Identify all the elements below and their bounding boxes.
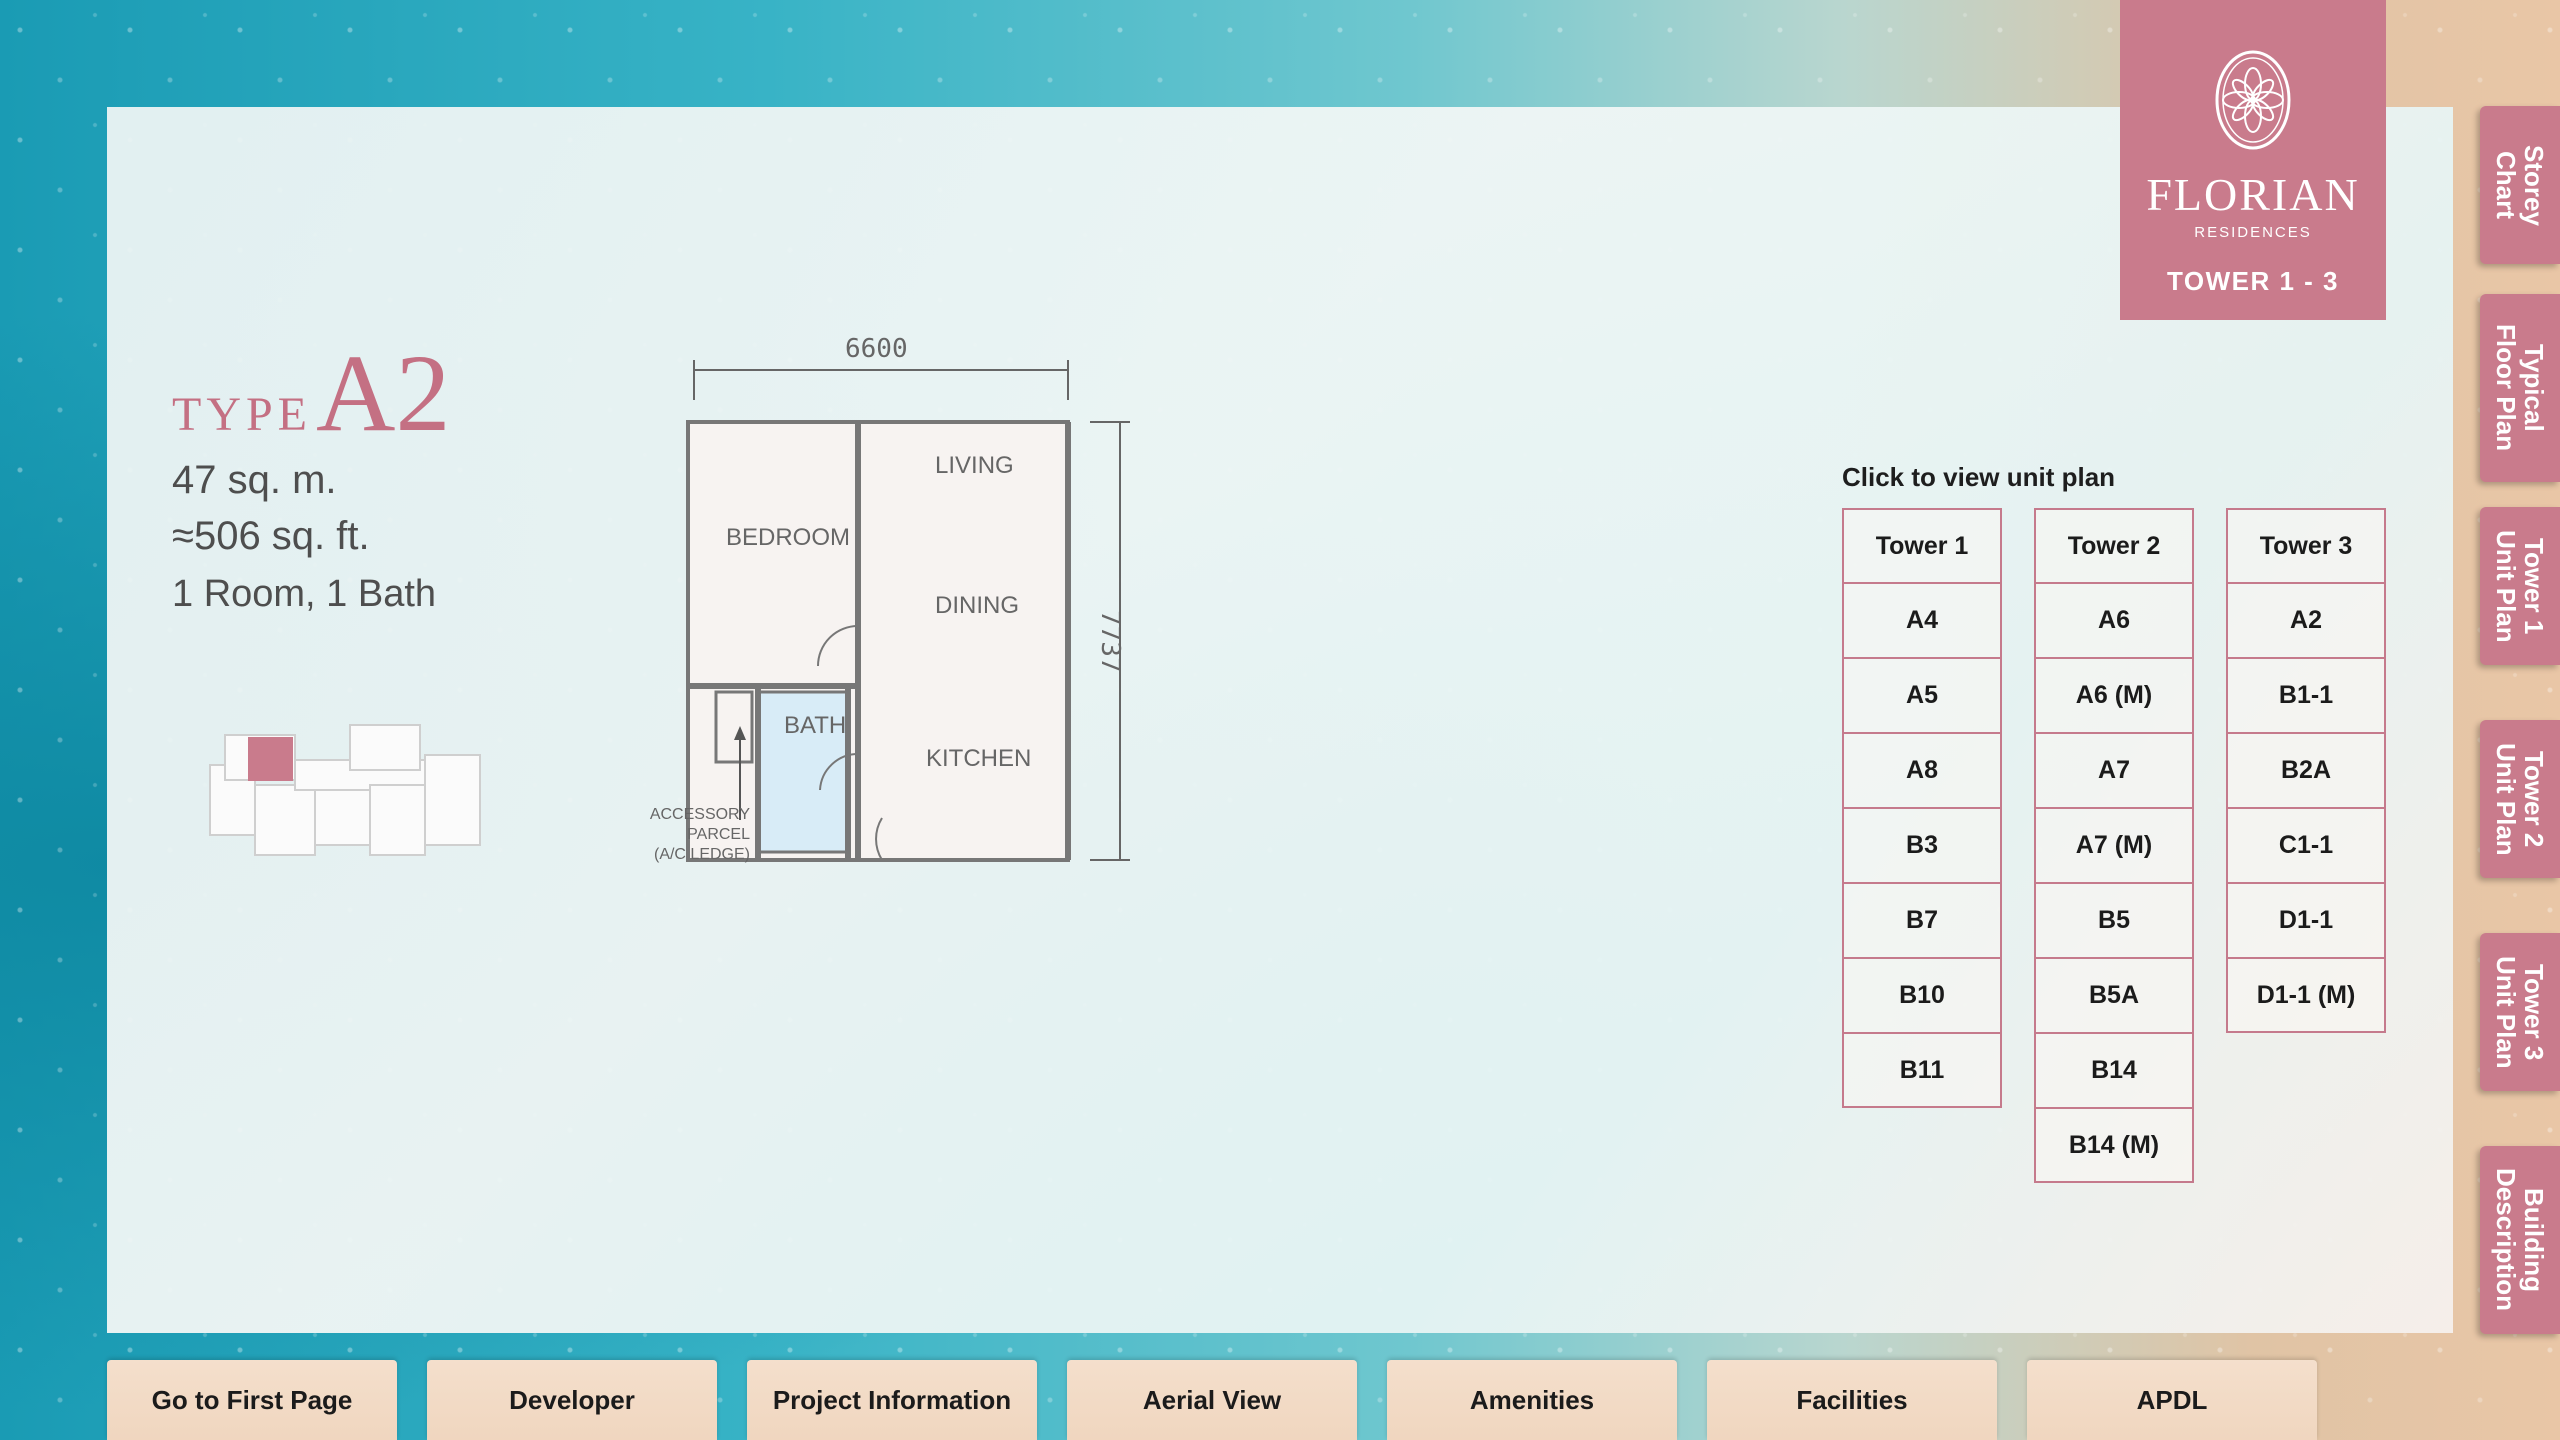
nav-button-2[interactable]: Developer [427,1360,717,1440]
nav-button-5[interactable]: Amenities [1387,1360,1677,1440]
unit-plan-button[interactable]: A5 [1842,658,2002,733]
area-sqm: 47 sq. m. [172,458,337,502]
side-tab-6[interactable]: Building Description [2480,1146,2560,1334]
unit-plan-button[interactable]: A7 [2034,733,2194,808]
brand-logo: FLORIAN RESIDENCES TOWER 1 - 3 [2120,0,2386,320]
side-tab-label: Typical Floor Plan [2491,324,2549,452]
unit-plan-button[interactable]: B5 [2034,883,2194,958]
unit-plan-button[interactable]: C1-1 [2226,808,2386,883]
room-label-living: LIVING [935,452,1014,479]
tower-column-2: Tower 2 A6 A6 (M) A7 A7 (M) B5 B5A B14 B14 (M) [2034,508,2194,1183]
room-label-kitchen: KITCHEN [926,745,1032,772]
unit-plan-button[interactable]: B14 [2034,1033,2194,1108]
side-tab-3[interactable]: Tower 1 Unit Plan [2480,507,2560,665]
height-dimension: 7737 [1095,610,1125,673]
room-label-bath: BATH [784,712,847,739]
side-tab-4[interactable]: Tower 2 Unit Plan [2480,720,2560,878]
tower-range: TOWER 1 - 3 [2166,266,2340,296]
area-sqft: ≈506 sq. ft. [172,514,370,558]
unit-plan-button[interactable]: A6 [2034,583,2194,658]
tower-column-1: Tower 1 A4 A5 A8 B3 B7 B10 B11 [1842,508,2002,1108]
unit-plan-button[interactable]: D1-1 (M) [2226,958,2386,1033]
unit-plan-button[interactable]: B11 [1842,1033,2002,1108]
type-code: A2 [316,332,451,454]
side-tab-label: Building Description [2491,1168,2549,1312]
side-tab-label: Tower 3 Unit Plan [2491,955,2549,1069]
tower-header-2: Tower 2 [2034,508,2194,583]
accessory-line-1: ACCESSORY [649,806,750,823]
side-tab-label: Storey Chart [2491,144,2549,226]
side-tab-1[interactable]: Storey Chart [2480,106,2560,264]
unit-plan-button[interactable]: B5A [2034,958,2194,1033]
unit-plan-button[interactable]: D1-1 [2226,883,2386,958]
nav-button-1[interactable]: Go to First Page [107,1360,397,1440]
unit-plan-button[interactable]: A4 [1842,583,2002,658]
tower-header-1: Tower 1 [1842,508,2002,583]
unit-plan-button[interactable]: A6 (M) [2034,658,2194,733]
brand-name: FLORIAN [2146,169,2360,220]
unit-plan-button[interactable]: B7 [1842,883,2002,958]
side-tab-5[interactable]: Tower 3 Unit Plan [2480,933,2560,1091]
accessory-line-2: PARCEL [687,826,750,843]
unit-type-title: TYPE A2 [172,330,450,457]
accessory-parcel-label: ACCESSORY PARCEL (A/C LEDGE) [648,805,750,865]
room-label-bedroom: BEDROOM [726,524,851,551]
flower-emblem-icon [2215,50,2291,150]
room-label-dining: DINING [935,592,1019,619]
key-plan-diagram [209,724,481,856]
unit-plan-button[interactable]: B2A [2226,733,2386,808]
side-tab-2[interactable]: Typical Floor Plan [2480,294,2560,482]
tower-header-3: Tower 3 [2226,508,2386,583]
side-tab-label: Tower 1 Unit Plan [2491,529,2549,643]
accessory-line-3: (A/C LEDGE) [653,846,750,863]
unit-plan-button[interactable]: B1-1 [2226,658,2386,733]
unit-plan-button[interactable]: A2 [2226,583,2386,658]
unit-plan-button[interactable]: A7 (M) [2034,808,2194,883]
unit-plan-button[interactable]: B10 [1842,958,2002,1033]
nav-button-4[interactable]: Aerial View [1067,1360,1357,1440]
nav-button-6[interactable]: Facilities [1707,1360,1997,1440]
tower-column-3: Tower 3 A2 B1-1 B2A C1-1 D1-1 D1-1 (M) [2226,508,2386,1033]
room-count: 1 Room, 1 Bath [172,573,437,615]
nav-button-3[interactable]: Project Information [747,1360,1037,1440]
type-word: TYPE [172,388,312,441]
unit-plan-button[interactable]: B3 [1842,808,2002,883]
nav-button-7[interactable]: APDL [2027,1360,2317,1440]
unit-plan-button[interactable]: A8 [1842,733,2002,808]
width-dimension: 6600 [845,334,908,364]
side-tab-label: Tower 2 Unit Plan [2491,742,2549,856]
unit-plan-button[interactable]: B14 (M) [2034,1108,2194,1183]
brand-sub: RESIDENCES [2194,224,2312,241]
unit-plan-heading: Click to view unit plan [1842,462,2116,492]
